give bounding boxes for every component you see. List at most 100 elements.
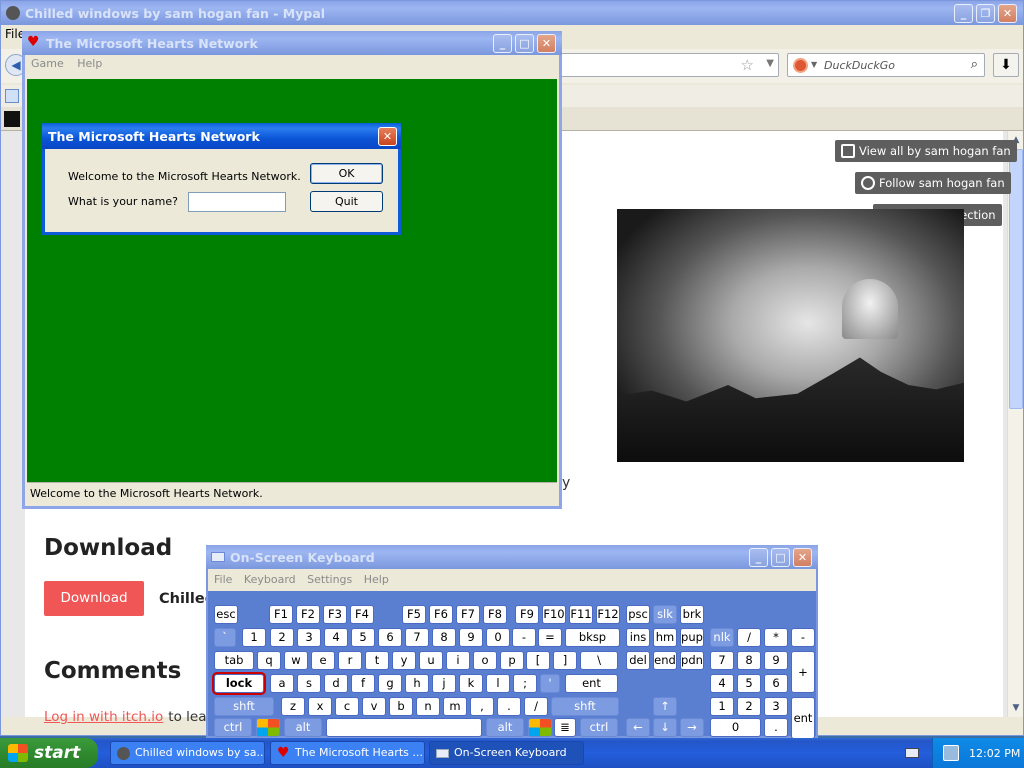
task-hearts[interactable]: ♥ The Microsoft Hearts ... [270,741,425,765]
key-5[interactable]: 5 [351,628,375,647]
key-F7[interactable]: F7 [456,605,480,624]
key-8[interactable]: 8 [432,628,456,647]
view-all-button[interactable]: View all by sam hogan fan [835,140,1017,162]
key-/[interactable]: / [737,628,761,647]
key-h[interactable]: h [405,674,429,693]
key-c[interactable]: c [335,697,359,716]
network-tray-icon[interactable] [943,745,959,761]
key-a[interactable]: a [270,674,294,693]
menu-game[interactable]: Game [31,57,64,70]
task-browser[interactable]: Chilled windows by sa... [110,741,265,765]
key-F4[interactable]: F4 [350,605,374,624]
downloads-button[interactable]: ⬇ [993,53,1019,77]
scroll-down-icon[interactable]: ▼ [1009,700,1023,716]
hearts-minimize-button[interactable]: _ [493,34,512,53]
key-.[interactable]: . [497,697,521,716]
key-j[interactable]: j [432,674,456,693]
key-3[interactable]: 3 [764,697,788,716]
key-alt[interactable]: alt [486,718,524,737]
arrow-down-icon[interactable]: ↓ [653,718,677,737]
key-ctrl[interactable]: ctrl [580,718,618,737]
key-t[interactable]: t [365,651,389,670]
minimize-button[interactable]: _ [954,4,973,23]
key-v[interactable]: v [362,697,386,716]
key-.[interactable]: . [764,718,788,737]
key-x[interactable]: x [308,697,332,716]
key-shft[interactable]: shft [214,697,274,716]
url-dropdown-icon[interactable]: ▼ [766,58,774,69]
key-end[interactable]: end [653,651,677,670]
tab-favicon-icon[interactable] [4,111,20,127]
key-7[interactable]: 7 [405,628,429,647]
key-space[interactable] [326,718,482,737]
key-p[interactable]: p [500,651,524,670]
key-0[interactable]: 0 [486,628,510,647]
key-,[interactable]: , [470,697,494,716]
key-7[interactable]: 7 [710,651,734,670]
follow-button[interactable]: Follow sam hogan fan [855,172,1011,194]
arrow-up-icon[interactable]: ↑ [653,697,677,716]
key-brk[interactable]: brk [680,605,704,624]
screenshot-image[interactable] [617,209,964,462]
search-engine-dropdown-icon[interactable]: ▼ [811,60,817,69]
url-bar[interactable]: ☆ ▼ [541,53,779,77]
key-0[interactable]: 0 [710,718,761,737]
name-input[interactable] [188,192,286,212]
vertical-scrollbar[interactable]: ▲ ▼ [1007,131,1023,717]
key-*[interactable]: * [764,628,788,647]
key--[interactable]: - [512,628,536,647]
hearts-titlebar[interactable]: ♥ The Microsoft Hearts Network _ □ ✕ [22,31,562,55]
key-g[interactable]: g [378,674,402,693]
key-l[interactable]: l [486,674,510,693]
key-'[interactable]: ' [540,674,560,693]
key-nlk[interactable]: nlk [710,628,734,647]
key-/[interactable]: / [524,697,548,716]
key-][interactable]: ] [553,651,577,670]
key-F12[interactable]: F12 [596,605,620,624]
key-F2[interactable]: F2 [296,605,320,624]
key-F11[interactable]: F11 [569,605,593,624]
key-6[interactable]: 6 [378,628,402,647]
key-F8[interactable]: F8 [483,605,507,624]
key-F3[interactable]: F3 [323,605,347,624]
windows-key-icon[interactable] [528,718,552,737]
key-pdn[interactable]: pdn [680,651,704,670]
key-alt[interactable]: alt [284,718,322,737]
key-+[interactable]: + [791,651,815,693]
key-r[interactable]: r [338,651,362,670]
key-bksp[interactable]: bksp [565,628,620,647]
key-\[interactable]: \ [580,651,618,670]
key-2[interactable]: 2 [737,697,761,716]
arrow-right-icon[interactable]: → [680,718,704,737]
dialog-titlebar[interactable]: The Microsoft Hearts Network ✕ [42,123,401,149]
key-ent[interactable]: ent [791,697,815,739]
quit-button[interactable]: Quit [310,191,383,212]
windows-key-icon[interactable] [256,718,280,737]
key-del[interactable]: del [626,651,650,670]
key-slk[interactable]: slk [653,605,677,624]
dialog-close-button[interactable]: ✕ [378,127,397,146]
key-=[interactable]: = [538,628,562,647]
key-9[interactable]: 9 [459,628,483,647]
key-6[interactable]: 6 [764,674,788,693]
key-k[interactable]: k [459,674,483,693]
key-3[interactable]: 3 [297,628,321,647]
menu-key-icon[interactable]: ≣ [554,718,576,737]
key-ent[interactable]: ent [565,674,618,693]
close-button[interactable]: ✕ [998,4,1017,23]
key-F9[interactable]: F9 [515,605,539,624]
key-n[interactable]: n [416,697,440,716]
key-b[interactable]: b [389,697,413,716]
osk-minimize-button[interactable]: _ [749,548,768,567]
key-F5[interactable]: F5 [402,605,426,624]
key-u[interactable]: u [419,651,443,670]
key-tab[interactable]: tab [214,651,254,670]
key-2[interactable]: 2 [270,628,294,647]
keyboard-tray-icon[interactable] [905,748,919,758]
key-f[interactable]: f [351,674,375,693]
key-F10[interactable]: F10 [542,605,566,624]
key-5[interactable]: 5 [737,674,761,693]
key-q[interactable]: q [257,651,281,670]
key-8[interactable]: 8 [737,651,761,670]
hearts-maximize-button[interactable]: □ [515,34,534,53]
